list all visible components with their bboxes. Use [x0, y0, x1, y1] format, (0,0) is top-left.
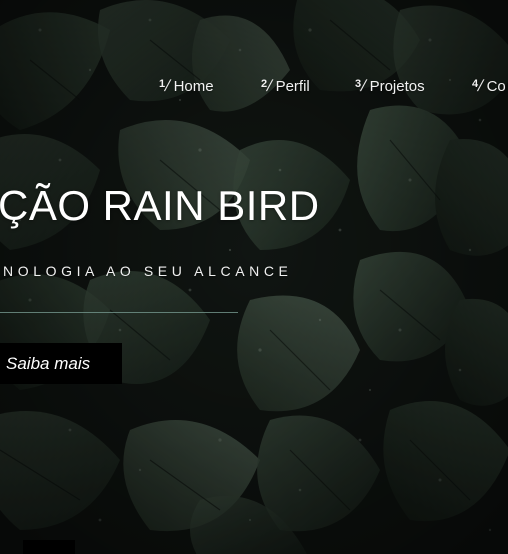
- nav-item-home[interactable]: 1/Home: [159, 78, 214, 96]
- saiba-mais-button[interactable]: Saiba mais: [0, 343, 122, 384]
- hero-subtitle: NOLOGIA AO SEU ALCANCE: [3, 263, 293, 279]
- nav-item-projetos[interactable]: 3/Projetos: [355, 78, 425, 96]
- nav-item-contato[interactable]: 4/Co: [472, 78, 506, 96]
- hero-section: 1/Home 2/Perfil 3/Projetos 4/Co ÇÃO RAIN…: [0, 0, 508, 554]
- main-navigation: 1/Home 2/Perfil 3/Projetos 4/Co: [0, 78, 508, 102]
- nav-item-label: Projetos: [369, 78, 425, 95]
- nav-item-label: Perfil: [275, 78, 310, 95]
- nav-item-perfil[interactable]: 2/Perfil: [261, 78, 310, 96]
- bottom-dark-block: [23, 540, 75, 554]
- hero-divider: [0, 312, 238, 313]
- nav-item-label: Co: [486, 78, 506, 95]
- nav-item-label: Home: [173, 78, 214, 95]
- hero-title: ÇÃO RAIN BIRD: [0, 182, 320, 229]
